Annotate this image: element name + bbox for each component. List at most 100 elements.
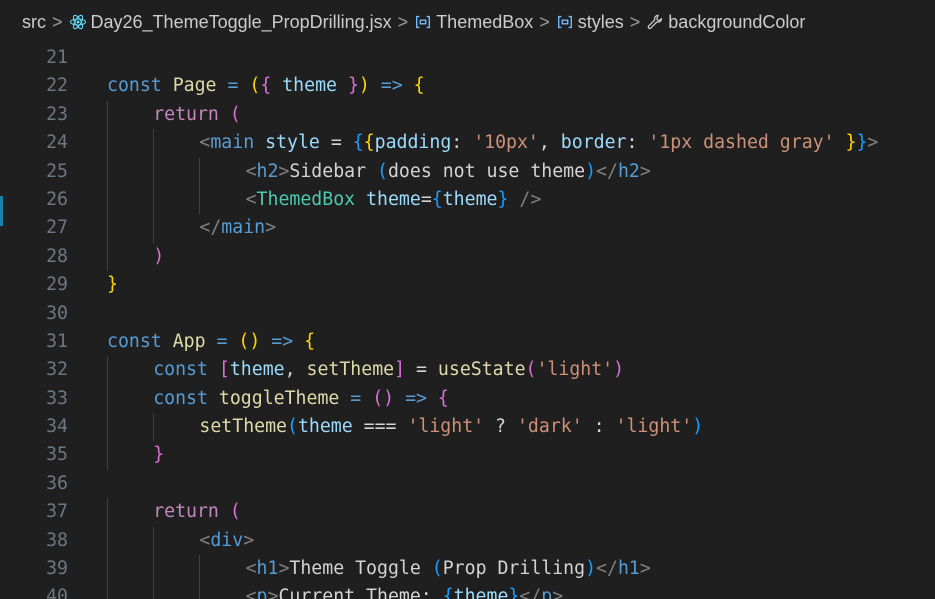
code-token: p xyxy=(256,586,268,599)
indent-guide xyxy=(153,555,155,584)
code-text: const toggleTheme = () => { xyxy=(153,385,449,413)
code-line: 37 return ( xyxy=(0,498,935,527)
code-token: < xyxy=(245,160,257,182)
code-token: [ xyxy=(218,359,230,381)
line-number: 25 xyxy=(46,160,68,182)
code-token: , xyxy=(284,359,307,381)
line-number: 23 xyxy=(46,103,68,125)
code-token: h2 xyxy=(617,160,640,182)
code-token: border xyxy=(560,132,627,154)
line-number: 40 xyxy=(46,586,68,599)
code-token: div xyxy=(210,529,244,551)
code-text: <p>Current Theme: {theme}</p> xyxy=(246,583,564,599)
code-token: { xyxy=(260,75,272,97)
breadcrumb-item[interactable]: backgroundColor xyxy=(646,12,805,33)
chevron-right-icon: > xyxy=(397,11,409,32)
code-token: > xyxy=(639,160,651,182)
code-token: > xyxy=(265,217,277,239)
breadcrumb-label: src xyxy=(22,11,46,32)
wrench-icon xyxy=(646,13,664,31)
code-token: > xyxy=(867,132,879,154)
code-line: 30 xyxy=(0,300,935,328)
code-token: < xyxy=(199,132,211,154)
code-token: const xyxy=(107,75,162,97)
code-token: () xyxy=(372,387,395,409)
code-line: 34 setTheme(theme === 'light' ? 'dark' : … xyxy=(0,413,935,442)
code-line: 39 <h1>Theme Toggle (Prop Drilling)</h1> xyxy=(0,555,935,584)
line-number: 22 xyxy=(46,75,68,97)
indent-guide xyxy=(107,100,108,130)
code-text: ) xyxy=(153,243,164,271)
code-line: 33 const toggleTheme = () => { xyxy=(0,384,935,414)
code-text: </main> xyxy=(199,214,276,242)
line-number: 27 xyxy=(46,217,68,239)
indent-guide xyxy=(107,384,108,414)
code-token: does not use theme xyxy=(387,160,586,182)
code-line: 26 <ThemedBox theme={theme} /> xyxy=(0,185,935,215)
breadcrumb-item[interactable]: src xyxy=(22,12,46,33)
react-icon xyxy=(69,13,87,31)
code-text: setTheme(theme === 'light' ? 'dark' : 'l… xyxy=(199,413,703,441)
code-line: 23 return ( xyxy=(0,100,935,130)
code-token: ( xyxy=(377,160,388,182)
breadcrumb: src > Day26_ThemeToggle_PropDrilling.jsx > T… xyxy=(0,0,935,44)
code-token: </ xyxy=(199,217,222,239)
code-token: = xyxy=(405,359,438,381)
line-number: 21 xyxy=(46,47,68,68)
code-text: const App = () => { xyxy=(107,328,315,356)
indent-guide xyxy=(153,526,155,556)
code-token: ] xyxy=(394,359,406,381)
code-token: style xyxy=(265,132,320,154)
line-number: 31 xyxy=(46,330,68,352)
code-token: { xyxy=(431,188,443,210)
code-token: ( xyxy=(287,416,298,438)
code-token: : xyxy=(626,132,649,154)
code-token: h1 xyxy=(256,558,279,580)
indent-guide xyxy=(153,413,155,442)
code-token: '10px' xyxy=(473,132,539,154)
code-text: <div> xyxy=(199,527,254,555)
code-token: setTheme xyxy=(306,359,395,381)
code-token: = xyxy=(420,188,432,210)
code-line: 25 <h2>Sidebar (does not use theme)</h2> xyxy=(0,157,935,186)
code-text: <h2>Sidebar (does not use theme)</h2> xyxy=(246,158,651,186)
indent-guide xyxy=(107,214,108,243)
indent-guide xyxy=(199,583,201,599)
code-token: p xyxy=(541,586,553,599)
code-token: = xyxy=(216,330,228,352)
breadcrumb-label: styles xyxy=(577,11,624,32)
line-number: 36 xyxy=(46,472,68,494)
code-token: < xyxy=(245,558,257,580)
code-line: 40 <p>Current Theme: {theme}</p> xyxy=(0,583,935,599)
code-token: => xyxy=(405,387,427,409)
code-token: ) xyxy=(585,160,597,182)
indent-guide xyxy=(107,526,108,556)
indent-guide xyxy=(107,129,108,158)
code-token: > xyxy=(243,529,255,551)
breadcrumb-item[interactable]: styles xyxy=(556,12,624,33)
code-token: > xyxy=(267,586,279,599)
code-token: const xyxy=(107,330,162,352)
code-editor[interactable]: 21 22 const Page = ({ theme }) => {23 retur… xyxy=(0,44,935,599)
code-token: h1 xyxy=(617,558,640,580)
code-token: '1px dashed gray' xyxy=(648,132,835,154)
code-token: > xyxy=(278,160,290,182)
breadcrumb-item[interactable]: Day26_ThemeToggle_PropDrilling.jsx xyxy=(69,12,392,33)
code-token: const xyxy=(153,387,208,409)
indent-guide xyxy=(107,185,108,215)
code-line: 27 </main> xyxy=(0,214,935,243)
code-line: 38 <div> xyxy=(0,526,935,556)
code-text: const [theme, setTheme] = useState('ligh… xyxy=(153,356,624,384)
code-token: 'light' xyxy=(615,416,693,438)
breadcrumb-item[interactable]: ThemedBox xyxy=(414,12,533,33)
code-line: 32 const [theme, setTheme] = useState('li… xyxy=(0,356,935,385)
line-number: 32 xyxy=(46,359,68,381)
